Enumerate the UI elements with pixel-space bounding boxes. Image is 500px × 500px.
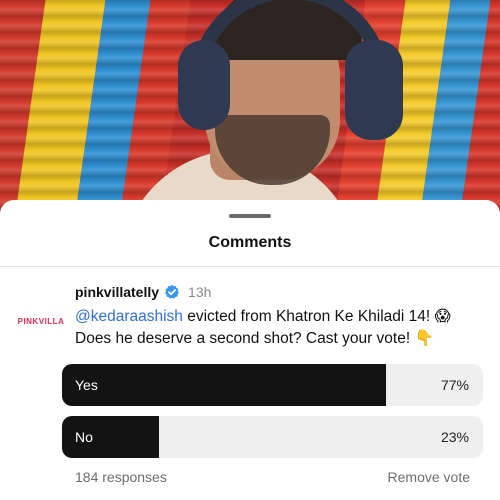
background-photo [0, 0, 500, 215]
poll-option-percent: 23% [440, 429, 469, 445]
poll-option-percent: 77% [440, 377, 469, 393]
poll-option-label: No [75, 429, 93, 445]
comment-text: @kedaraashish evicted from Khatron Ke Kh… [75, 306, 485, 350]
mention-link[interactable]: @kedaraashish [75, 308, 183, 325]
poll-response-count: 184 responses [75, 469, 167, 485]
avatar[interactable]: PINKVILLA [16, 310, 66, 332]
comment-header: pinkvillatelly 13h [75, 284, 211, 300]
verified-badge-icon [165, 284, 180, 299]
username[interactable]: pinkvillatelly [75, 284, 159, 300]
sheet-title: Comments [208, 234, 292, 251]
poll-option-label: Yes [75, 377, 98, 393]
avatar-brand-text: PINKVILLA [17, 316, 65, 326]
comment-timestamp: 13h [188, 284, 212, 300]
headphones-earcup-right [345, 40, 403, 140]
headphones-earcup-left [178, 40, 230, 130]
poll-option-no[interactable]: No 23% [62, 416, 483, 458]
poll-result-bar [62, 364, 387, 406]
comments-sheet: Comments PINKVILLA pinkvillatelly 13h @k… [0, 200, 500, 500]
poll-option-yes[interactable]: Yes 77% [62, 364, 483, 406]
remove-vote-button[interactable]: Remove vote [388, 469, 470, 485]
sheet-divider [0, 266, 500, 267]
sheet-grabber-handle[interactable] [229, 214, 271, 218]
